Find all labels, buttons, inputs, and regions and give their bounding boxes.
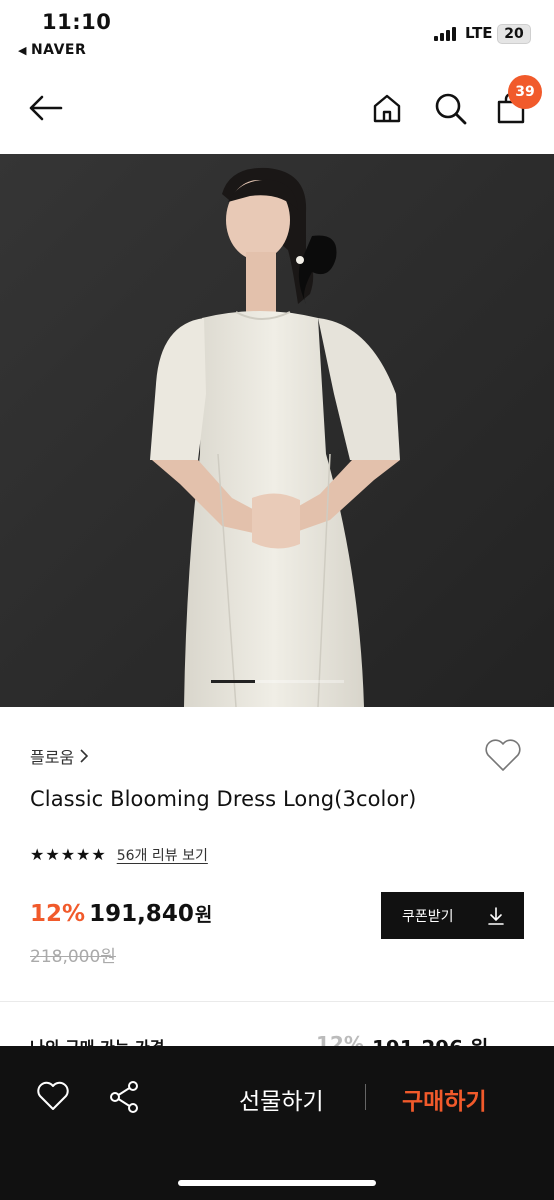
battery-icon: 20 (497, 24, 531, 44)
star-icon: ★ (91, 845, 106, 864)
status-time: 11:10 (42, 10, 112, 34)
bottom-bar-separator (365, 1084, 366, 1110)
star-rating: ★ ★ ★ ★ ★ (30, 847, 106, 863)
product-title: Classic Blooming Dress Long(3color) (30, 787, 417, 811)
review-link[interactable]: 56개 리뷰 보기 (117, 845, 208, 865)
brand-name: 플로움 (30, 748, 75, 767)
back-button[interactable] (24, 92, 66, 124)
back-arrow-icon (29, 95, 63, 121)
back-to-app-link[interactable]: ◀ NAVER (18, 42, 86, 58)
home-indicator[interactable] (178, 1180, 376, 1186)
coupon-button[interactable]: 쿠폰받기 (381, 892, 524, 939)
share-icon (110, 1081, 138, 1113)
signal-icon (434, 27, 456, 41)
brand-link[interactable]: 플로움 (30, 744, 89, 768)
currency-unit: 원 (194, 904, 213, 926)
price-row: 12% 191,840 원 (30, 900, 212, 927)
chevron-right-icon (80, 749, 89, 763)
search-button[interactable] (432, 90, 470, 128)
battery-level: 20 (504, 26, 524, 42)
back-triangle-icon: ◀ (18, 43, 27, 57)
rating-row: ★ ★ ★ ★ ★ 56개 리뷰 보기 (30, 845, 208, 865)
product-image-carousel[interactable] (0, 154, 554, 707)
heart-outline-icon (37, 1081, 69, 1110)
discount-rate: 12% (30, 901, 86, 927)
network-label: LTE (465, 24, 493, 42)
product-photo (0, 154, 554, 707)
star-icon: ★ (30, 845, 45, 864)
original-price: 218,000원 (30, 947, 116, 967)
carousel-indicator-fill (211, 680, 255, 683)
coupon-label: 쿠폰받기 (402, 908, 454, 925)
gift-button[interactable]: 선물하기 (239, 1082, 324, 1116)
status-bar: 11:10 ◀ NAVER LTE 20 (0, 0, 554, 70)
carousel-indicator (211, 680, 344, 683)
buy-button[interactable]: 구매하기 (402, 1082, 487, 1116)
cart-count-badge: 39 (508, 75, 542, 109)
sale-price: 191,840 (89, 901, 194, 927)
search-icon (435, 93, 467, 125)
back-app-label: NAVER (30, 42, 87, 58)
bottom-wishlist-button[interactable] (37, 1081, 69, 1115)
download-icon (488, 906, 504, 925)
star-icon: ★ (76, 845, 91, 864)
share-button[interactable] (108, 1080, 140, 1118)
heart-outline-icon (485, 739, 521, 771)
bottom-action-bar: 선물하기 구매하기 (0, 1046, 554, 1200)
top-navigation (0, 70, 554, 154)
home-icon (373, 94, 401, 123)
wishlist-button[interactable] (484, 738, 522, 776)
star-icon: ★ (45, 845, 60, 864)
home-button[interactable] (369, 90, 405, 126)
section-divider (0, 1001, 554, 1002)
star-icon: ★ (60, 845, 76, 864)
